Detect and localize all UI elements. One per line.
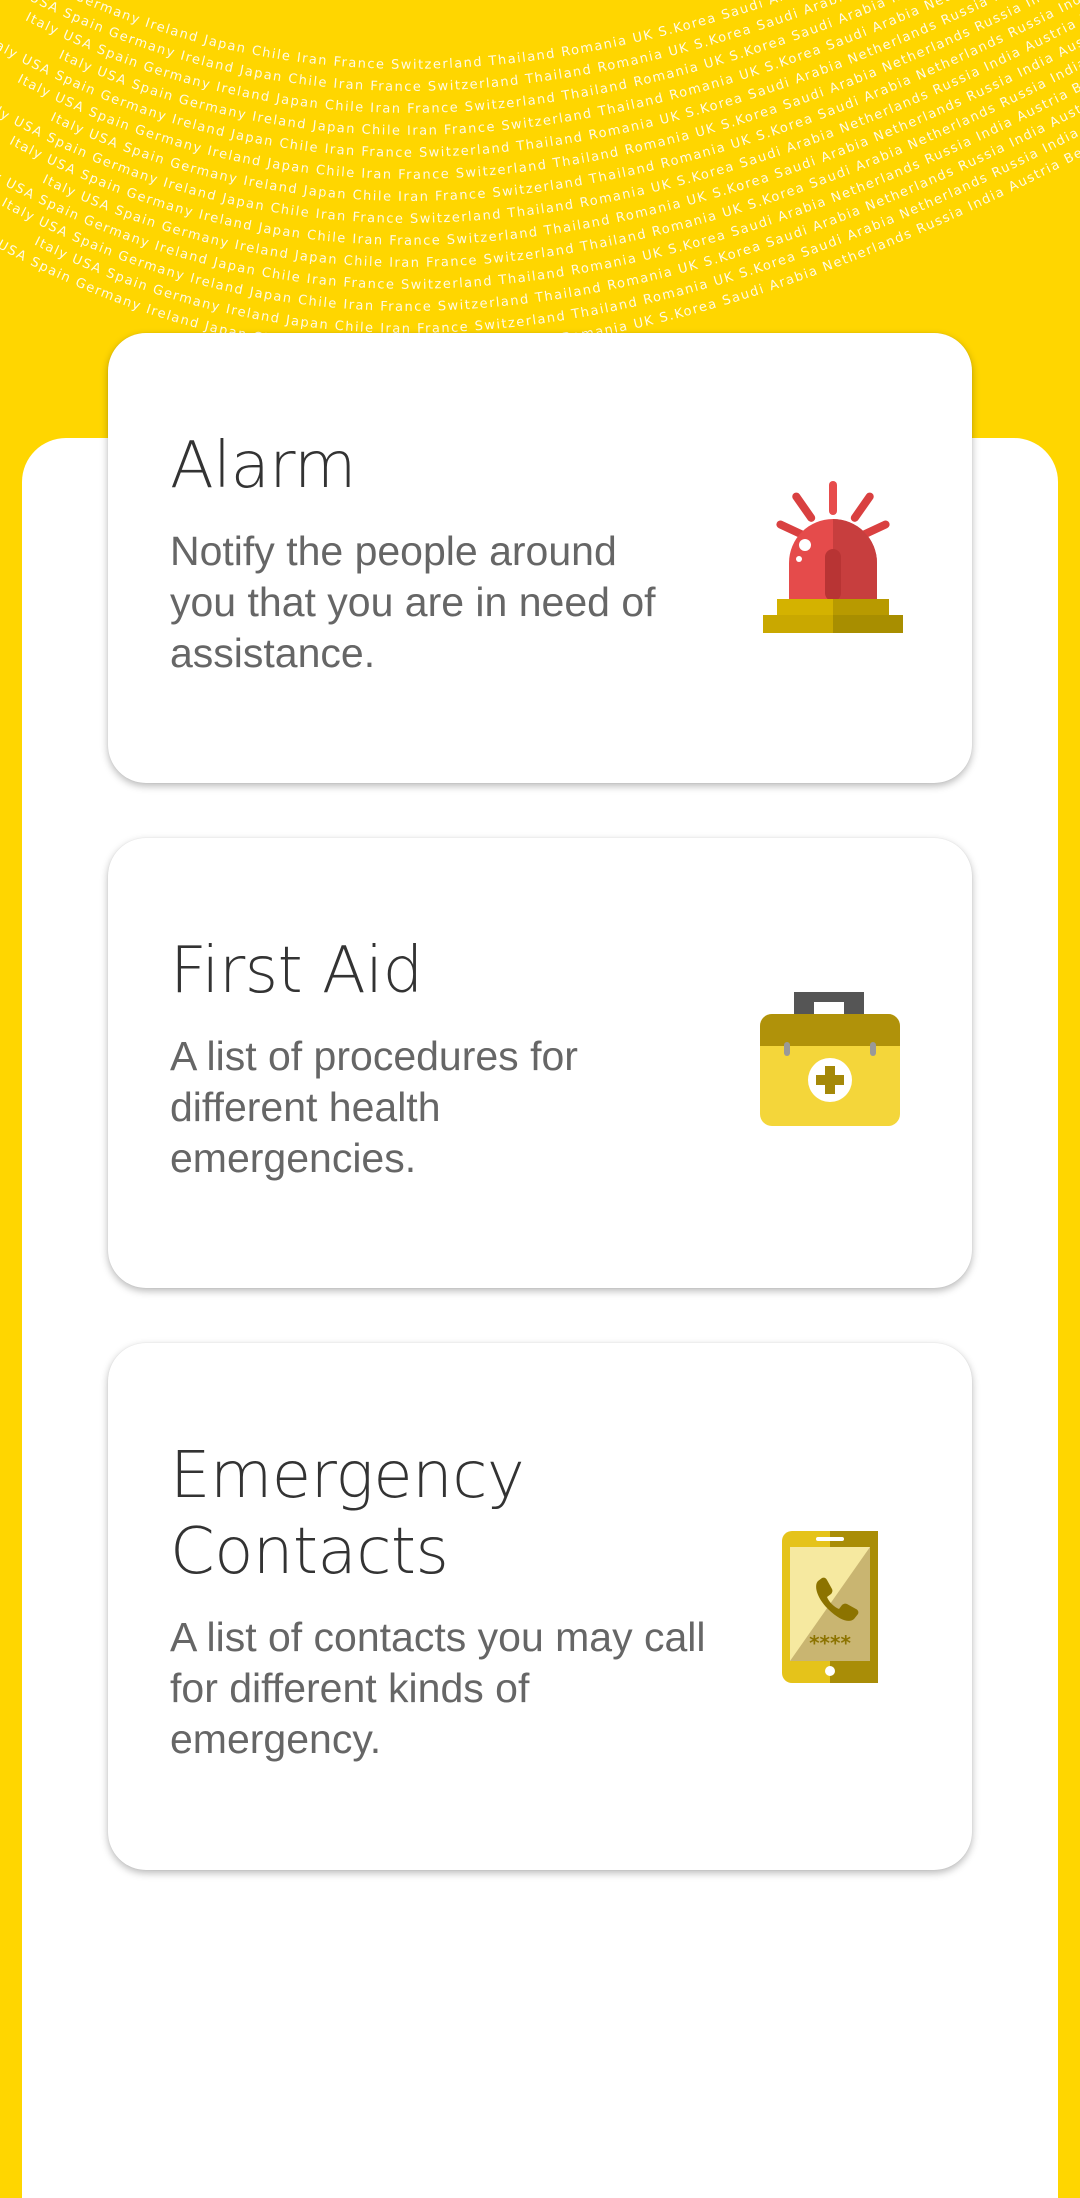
phone-contacts-icon: **** (780, 1529, 880, 1690)
emergency-contacts-title-line1: Emergency (170, 1439, 525, 1513)
phone-masked-number: **** (809, 1631, 851, 1655)
first-aid-card-description: A list of procedures for different healt… (170, 1033, 578, 1181)
first-aid-kit-icon (758, 990, 904, 1135)
emergency-contacts-title-line2: Contacts (170, 1515, 449, 1589)
emergency-contacts-card-title: Emergency Contacts (170, 1438, 710, 1590)
alarm-card-description: Notify the people around you that you ar… (170, 528, 656, 676)
first-aid-card-title: First Aid (170, 934, 423, 1008)
header-pattern: Italy USA Spain Germany Ireland Japan Ch… (0, 0, 1080, 340)
siren-icon (753, 479, 913, 644)
emergency-contacts-card-description: A list of contacts you may call for diff… (170, 1614, 706, 1762)
emergency-contacts-card[interactable]: Emergency Contacts A list of contacts yo… (108, 1343, 972, 1870)
first-aid-card[interactable]: First Aid A list of procedures for diffe… (108, 838, 972, 1288)
country-names-pattern: Italy USA Spain Germany Ireland Japan Ch… (0, 0, 1080, 340)
alarm-card[interactable]: Alarm Notify the people around you that … (108, 333, 972, 783)
alarm-card-title: Alarm (170, 429, 356, 503)
